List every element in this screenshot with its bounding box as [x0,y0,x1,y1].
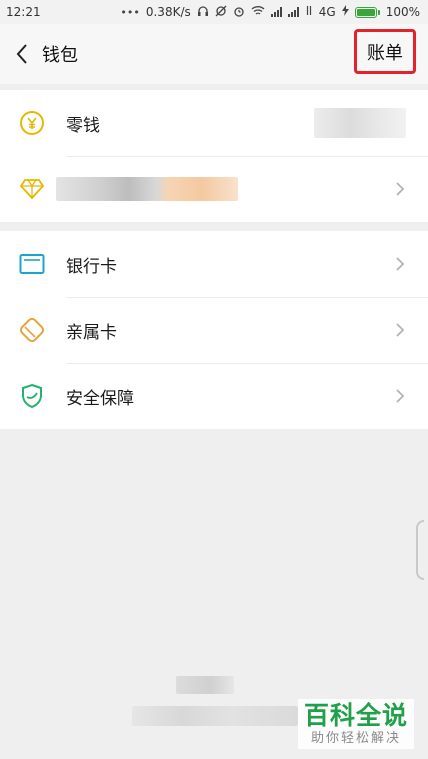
change-label: 零钱 [66,115,100,136]
charging-icon [341,5,349,19]
chevron-right-icon [396,389,405,403]
headphone-icon [197,5,209,20]
list-item-bank-card[interactable]: 银行卡 [0,231,428,297]
list-item-family-card[interactable]: 亲属卡 [0,297,428,363]
chevron-left-icon [16,44,27,64]
chevron-right-icon [396,182,405,196]
wallet-group: 零钱 [0,90,428,222]
chevron-right-icon [396,323,405,337]
edge-drag-handle[interactable] [416,520,424,580]
status-bar: 12:21 ••• 0.38K/s 4G 100% [0,0,428,24]
signal-icon [270,7,282,17]
chevron-right-icon [396,257,405,271]
status-time: 12:21 [6,5,41,19]
balance-blurred [314,108,406,138]
back-button[interactable] [0,24,44,84]
yuan-coin-icon [18,109,46,137]
list-item-security[interactable]: 安全保障 [0,363,428,429]
page-title: 钱包 [42,45,78,66]
list-item-change[interactable]: 零钱 [0,90,428,156]
battery-icon [354,6,380,18]
wealth-text-blurred [56,177,238,201]
family-card-label: 亲属卡 [66,322,117,343]
bank-card-icon [18,250,46,278]
status-icons: ••• 0.38K/s 4G 100% [120,5,420,20]
services-group: 银行卡 亲属卡 安全保障 [0,231,428,429]
bill-button[interactable]: 账单 [354,29,416,74]
footer-blurred-line-2 [132,706,298,726]
bank-card-label: 银行卡 [66,256,117,277]
alarm-icon [233,5,245,20]
diamond-icon [18,175,46,203]
security-label: 安全保障 [66,388,134,409]
wifi-icon [251,5,265,19]
family-card-icon [18,316,46,344]
watermark-subtitle: 助你轻松解决 [310,731,401,746]
watermark-logo: 百科全说 助你轻松解决 [298,699,414,749]
data-transfer-icon [305,5,313,19]
battery-percent: 100% [385,5,420,19]
watermark-title: 百科全说 [303,701,408,730]
signal-icon-2 [287,7,299,17]
footer-blurred-line-1 [176,676,234,694]
nav-bar: 钱包 账单 [0,24,428,84]
bill-button-label: 账单 [367,42,403,64]
list-item-wealth[interactable] [0,156,428,222]
network-type: 4G [318,5,336,19]
status-speed: 0.38K/s [145,5,191,19]
security-shield-icon [18,382,46,410]
sync-off-icon [215,5,227,20]
status-dots: ••• [120,5,140,19]
